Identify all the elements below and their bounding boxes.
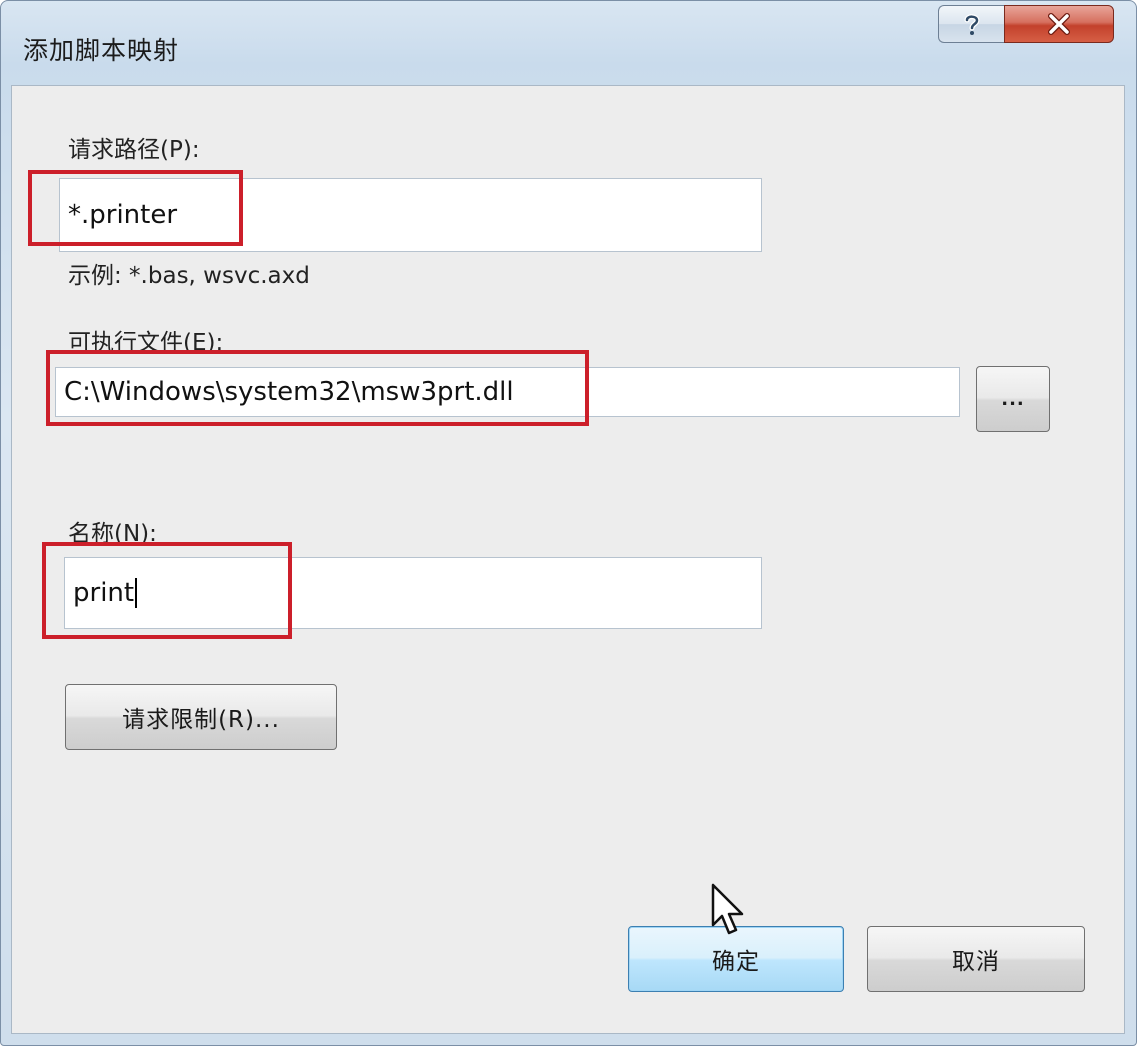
browse-button[interactable]: ... <box>976 366 1050 432</box>
close-button[interactable] <box>1004 5 1114 43</box>
dialog-title: 添加脚本映射 <box>23 36 180 65</box>
text-caret <box>135 578 138 608</box>
request-path-input[interactable]: *.printer <box>59 178 762 252</box>
ok-button[interactable]: 确定 <box>628 926 844 992</box>
executable-input[interactable]: C:\Windows\system32\msw3prt.dll <box>55 367 960 417</box>
executable-label: 可执行文件(E): <box>68 330 224 356</box>
close-x-icon <box>1048 13 1070 35</box>
name-input[interactable]: print <box>64 557 762 629</box>
question-mark-icon <box>964 14 980 35</box>
dialog-body: 请求路径(P): *.printer 示例: *.bas, wsvc.axd 可… <box>11 85 1125 1034</box>
request-restrictions-button[interactable]: 请求限制(R)... <box>65 684 337 750</box>
request-path-value: *.printer <box>68 200 178 230</box>
request-path-label: 请求路径(P): <box>68 137 200 163</box>
add-script-map-dialog: 添加脚本映射 请求路径(P): *.printer 示例: *.bas, wsv… <box>0 0 1137 1046</box>
name-label: 名称(N): <box>68 521 157 547</box>
request-path-example: 示例: *.bas, wsvc.axd <box>68 263 310 289</box>
caption-buttons <box>938 5 1114 43</box>
cancel-button[interactable]: 取消 <box>867 926 1085 992</box>
help-button[interactable] <box>938 5 1004 43</box>
executable-value: C:\Windows\system32\msw3prt.dll <box>64 377 514 407</box>
name-value: print <box>73 578 135 608</box>
title-bar[interactable]: 添加脚本映射 <box>1 1 1136 85</box>
